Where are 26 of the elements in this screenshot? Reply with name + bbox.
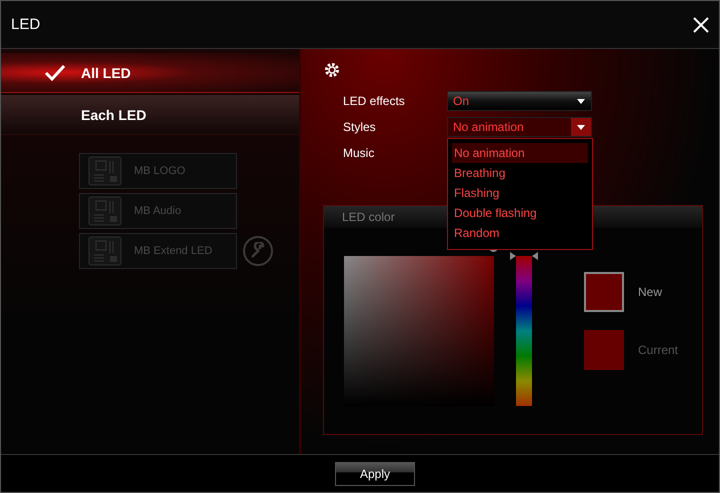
mode-tab[interactable]: Each LED — [1, 95, 299, 135]
setting-label: Styles — [343, 119, 377, 136]
caret-icon — [577, 124, 585, 130]
color-picker[interactable] — [344, 256, 494, 406]
window-title: LED — [11, 16, 40, 33]
check-icon — [43, 62, 67, 82]
swatch-label: Current — [638, 343, 678, 357]
mode-tab[interactable]: All LED — [1, 53, 299, 93]
hue-thumb[interactable] — [510, 252, 538, 260]
motherboard-icon — [88, 156, 122, 186]
close-button[interactable] — [691, 14, 711, 34]
motherboard-icon — [88, 236, 122, 266]
menu-item[interactable]: No animation — [452, 143, 588, 163]
close-icon — [691, 14, 711, 34]
apply-button[interactable]: Apply — [335, 462, 415, 486]
menu-item[interactable]: Flashing — [452, 183, 588, 203]
swatch-label: New — [638, 285, 662, 299]
caret-icon — [577, 98, 585, 104]
setting-label: Music — [343, 145, 376, 162]
menu-item[interactable]: Double flashing — [452, 203, 588, 223]
dropdown[interactable]: On — [447, 91, 592, 111]
menu-item[interactable]: Breathing — [452, 163, 588, 183]
setting-label: LED effects — [343, 93, 406, 110]
wrench-icon — [249, 242, 267, 260]
gear-icon — [323, 61, 341, 79]
motherboard-icon — [88, 196, 122, 226]
